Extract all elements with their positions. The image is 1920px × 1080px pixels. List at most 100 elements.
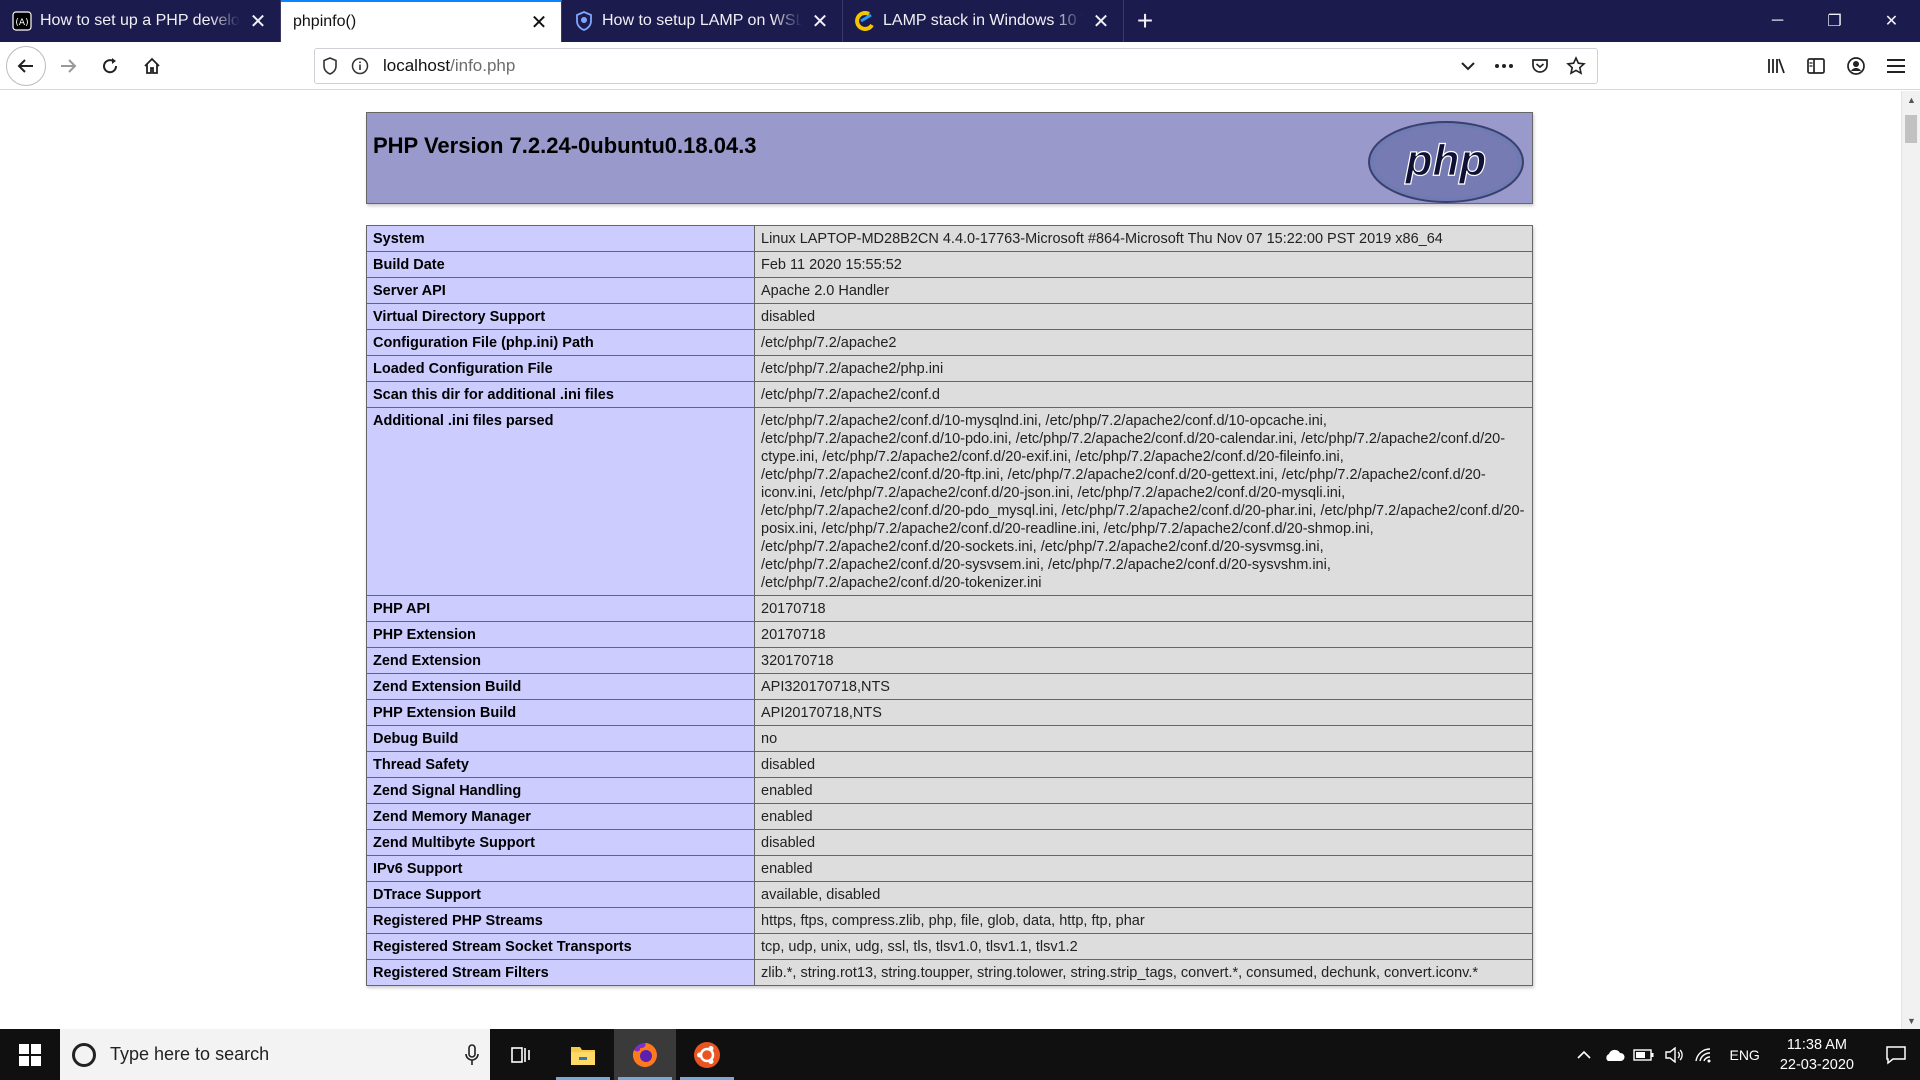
table-row: Configuration File (php.ini) Path/etc/ph… xyxy=(366,329,1533,356)
volume-icon[interactable] xyxy=(1659,1046,1689,1063)
url-text[interactable]: localhost/info.php xyxy=(383,56,1453,76)
ubuntu-button[interactable] xyxy=(676,1029,738,1080)
table-row: Additional .ini files parsed/etc/php/7.2… xyxy=(366,407,1533,596)
bookmark-star-icon[interactable] xyxy=(1561,51,1591,81)
tab-strip: (A) How to set up a PHP developm ✕ phpin… xyxy=(0,0,1920,42)
close-tab-icon[interactable]: ✕ xyxy=(246,9,270,33)
page-actions-icon[interactable] xyxy=(1489,51,1519,81)
forward-arrow-icon xyxy=(61,58,77,73)
info-key-cell: Loaded Configuration File xyxy=(366,355,755,382)
firefox-icon xyxy=(632,1042,657,1067)
reload-button[interactable] xyxy=(90,46,130,86)
table-row: PHP Extension 20170718 xyxy=(366,621,1533,648)
close-tab-icon[interactable]: ✕ xyxy=(527,10,551,34)
account-icon[interactable] xyxy=(1836,46,1876,86)
info-key-cell: Build Date xyxy=(366,251,755,278)
tracking-shield-icon[interactable] xyxy=(315,51,345,81)
info-value-cell: API320170718,NTS xyxy=(754,673,1533,700)
info-key-cell: Virtual Directory Support xyxy=(366,303,755,330)
table-row: Server API Apache 2.0 Handler xyxy=(366,277,1533,304)
chevron-down-icon[interactable] xyxy=(1453,51,1483,81)
info-key-cell: Zend Signal Handling xyxy=(366,777,755,804)
home-icon xyxy=(144,57,160,74)
info-key-cell: PHP API xyxy=(366,595,755,622)
info-value-cell: Apache 2.0 Handler xyxy=(754,277,1533,304)
new-tab-button[interactable]: + xyxy=(1124,0,1166,42)
table-row: Zend Extension Build API320170718,NTS xyxy=(366,673,1533,700)
tab-php-dev-setup[interactable]: (A) How to set up a PHP developm ✕ xyxy=(0,0,281,42)
taskbar-search-box[interactable]: Type here to search xyxy=(60,1029,490,1080)
microphone-icon[interactable] xyxy=(454,1043,490,1066)
table-row: Build Date Feb 11 2020 15:55:52 xyxy=(366,251,1533,278)
clock-time: 11:38 AM xyxy=(1786,1036,1848,1053)
tab-title: LAMP stack in Windows 10 WSL xyxy=(883,12,1083,29)
close-window-icon[interactable]: ✕ xyxy=(1863,0,1920,42)
windows-logo-icon xyxy=(19,1043,41,1066)
info-key-cell: Thread Safety xyxy=(366,751,755,778)
info-key-cell: Debug Build xyxy=(366,725,755,752)
chevron-up-icon[interactable] xyxy=(1569,1050,1599,1060)
library-icon[interactable] xyxy=(1756,46,1796,86)
cortana-icon xyxy=(72,1042,96,1067)
info-value-cell: 320170718 xyxy=(754,647,1533,674)
task-view-icon xyxy=(511,1046,530,1063)
tab-lamp-windows[interactable]: LAMP stack in Windows 10 WSL ✕ xyxy=(843,0,1124,42)
back-button[interactable] xyxy=(6,45,46,86)
battery-icon[interactable] xyxy=(1629,1048,1659,1062)
scroll-down-icon[interactable]: ▼ xyxy=(1902,1012,1920,1029)
tab-phpinfo[interactable]: phpinfo() ✕ xyxy=(281,0,562,42)
info-value-cell: /etc/php/7.2/apache2/conf.d/10-mysqlnd.i… xyxy=(754,407,1533,596)
restore-icon[interactable]: ❐ xyxy=(1806,0,1863,42)
start-button[interactable] xyxy=(0,1029,60,1080)
info-value-cell: enabled xyxy=(754,803,1533,830)
back-arrow-icon xyxy=(17,58,33,73)
info-value-cell: enabled xyxy=(754,777,1533,804)
table-row: Zend Memory Manager enabled xyxy=(366,803,1533,830)
info-value-cell: disabled xyxy=(754,751,1533,778)
site-logo-icon xyxy=(855,11,875,31)
info-key-cell: IPv6 Support xyxy=(366,855,755,882)
table-row: Virtual Directory Support disabled xyxy=(366,303,1533,330)
info-value-cell: /etc/php/7.2/apache2/php.ini xyxy=(754,355,1533,382)
address-bar[interactable]: localhost/info.php xyxy=(314,48,1598,84)
search-placeholder: Type here to search xyxy=(110,1044,270,1064)
site-info-icon[interactable] xyxy=(345,51,375,81)
system-tray: ENG 11:38 AM 22-03-2020 xyxy=(1569,1035,1920,1075)
language-indicator[interactable]: ENG xyxy=(1729,1047,1759,1063)
shield-site-icon xyxy=(574,11,594,31)
close-tab-icon[interactable]: ✕ xyxy=(808,9,832,33)
page-viewport: PHP Version 7.2.24-0ubuntu0.18.04.3 php … xyxy=(0,91,1901,1029)
page-title: PHP Version 7.2.24-0ubuntu0.18.04.3 xyxy=(373,133,757,158)
tab-lamp-wsl[interactable]: How to setup LAMP on WSL | M ✕ xyxy=(562,0,843,42)
notifications-icon[interactable] xyxy=(1872,1045,1920,1065)
windows-taskbar: Type here to search ENG 11:38 AM 22-03-2… xyxy=(0,1029,1920,1080)
table-row: DTrace Support available, disabled xyxy=(366,881,1533,908)
home-button[interactable] xyxy=(132,46,172,86)
info-key-cell: Registered PHP Streams xyxy=(366,907,755,934)
pocket-icon[interactable] xyxy=(1525,51,1555,81)
file-explorer-button[interactable] xyxy=(552,1029,614,1080)
info-value-cell: /etc/php/7.2/apache2/conf.d xyxy=(754,381,1533,408)
forward-button[interactable] xyxy=(48,46,88,86)
onedrive-icon[interactable] xyxy=(1599,1048,1629,1062)
scroll-up-icon[interactable]: ▲ xyxy=(1902,91,1920,108)
menu-icon[interactable] xyxy=(1876,46,1916,86)
page-scrollbar[interactable]: ▲ ▼ xyxy=(1901,91,1920,1029)
clock[interactable]: 11:38 AM 22-03-2020 xyxy=(1780,1035,1854,1075)
firefox-button[interactable] xyxy=(614,1029,676,1080)
table-row: Zend Multibyte Support disabled xyxy=(366,829,1533,856)
table-row: Registered PHP Streams https, ftps, compr… xyxy=(366,907,1533,934)
close-tab-icon[interactable]: ✕ xyxy=(1089,9,1113,33)
info-value-cell: disabled xyxy=(754,303,1533,330)
phpinfo-page: PHP Version 7.2.24-0ubuntu0.18.04.3 php … xyxy=(366,112,1533,986)
sidebar-icon[interactable] xyxy=(1796,46,1836,86)
task-view-button[interactable] xyxy=(490,1029,552,1080)
tab-title: How to set up a PHP developm xyxy=(40,12,240,29)
table-row: IPv6 Support enabled xyxy=(366,855,1533,882)
info-key-cell: PHP Extension xyxy=(366,621,755,648)
minimize-icon[interactable]: ─ xyxy=(1749,0,1806,42)
php-logo[interactable]: php xyxy=(1366,119,1526,210)
info-value-cell: /etc/php/7.2/apache2 xyxy=(754,329,1533,356)
scrollbar-thumb[interactable] xyxy=(1905,115,1917,143)
wifi-icon[interactable] xyxy=(1689,1047,1719,1063)
